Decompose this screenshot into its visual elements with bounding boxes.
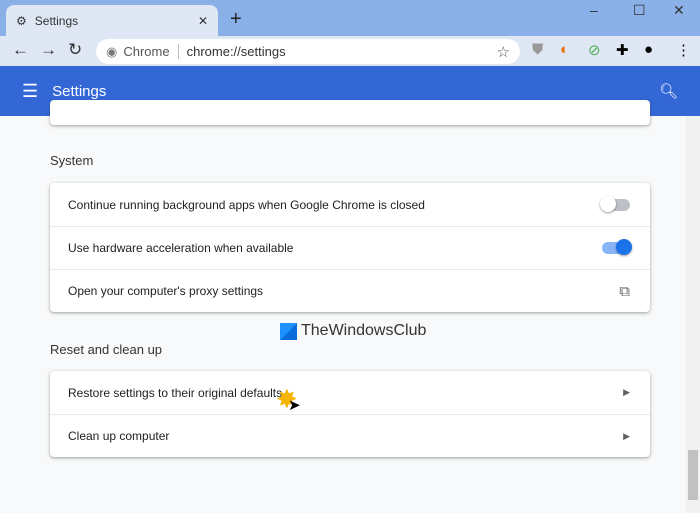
profile-icon[interactable]: ●	[644, 41, 653, 58]
page-title: Settings	[52, 82, 107, 100]
new-tab-button[interactable]: +	[230, 8, 242, 31]
cursor-icon: ➤	[288, 397, 301, 414]
address-bar[interactable]: ◉ Chrome chrome://settings ☆	[96, 39, 520, 64]
close-tab-icon[interactable]: ✕	[198, 14, 208, 28]
external-link-icon[interactable]: ⧉	[619, 283, 630, 300]
search-icon[interactable]: 🔍︎	[659, 82, 678, 100]
maximize-button[interactable]: ☐	[633, 2, 646, 19]
background-apps-row[interactable]: Continue running background apps when Go…	[50, 183, 650, 226]
row-label: Open your computer's proxy settings	[68, 284, 264, 298]
star-icon[interactable]: ☆	[497, 43, 510, 61]
url-text: chrome://settings	[186, 44, 286, 59]
gear-icon: ⚙	[16, 13, 27, 28]
divider	[177, 44, 179, 59]
minimize-button[interactable]: –	[590, 2, 598, 18]
puzzle-icon[interactable]: ✚	[616, 41, 629, 59]
back-button[interactable]: ←	[12, 40, 29, 60]
clean-up-row[interactable]: Clean up computer ▶	[50, 414, 650, 457]
watermark: TheWindowsClub	[280, 322, 426, 340]
arrow-right-icon: ▶	[623, 430, 630, 441]
chrome-icon: ◉	[106, 43, 118, 59]
close-window-button[interactable]: ✕	[673, 2, 685, 19]
proxy-settings-row[interactable]: Open your computer's proxy settings ⧉	[50, 269, 650, 312]
hardware-acceleration-toggle[interactable]	[602, 239, 632, 255]
section-title-reset: Reset and clean up	[50, 342, 163, 357]
site-label: Chrome	[123, 44, 170, 59]
restore-defaults-row[interactable]: Restore settings to their original defau…	[50, 371, 650, 414]
extension-icon[interactable]: ◐	[560, 41, 569, 58]
row-label: Continue running background apps when Go…	[68, 197, 425, 212]
menu-icon[interactable]: ☰	[22, 81, 38, 102]
hardware-acceleration-row[interactable]: Use hardware acceleration when available	[50, 226, 650, 269]
windows-logo-icon	[280, 322, 297, 340]
row-label: Restore settings to their original defau…	[68, 385, 283, 400]
background-apps-toggle[interactable]	[600, 195, 630, 212]
extension-icon[interactable]: ⊘	[588, 41, 601, 59]
forward-button[interactable]: →	[40, 40, 57, 60]
row-label: Use hardware acceleration when available	[68, 241, 294, 255]
previous-card	[50, 100, 650, 125]
tab-strip: ⚙ Settings ✕ + – ☐ ✕	[0, 0, 700, 36]
more-menu-icon[interactable]: ⋮	[676, 41, 691, 59]
toolbar: ← → ↻ ◉ Chrome chrome://settings ☆ ⛊ ◐ ⊘…	[0, 36, 700, 66]
arrow-right-icon: ▶	[623, 387, 630, 397]
shield-extension-icon[interactable]: ⛊	[532, 41, 543, 58]
reload-button[interactable]: ↻	[68, 40, 82, 60]
reset-card: Restore settings to their original defau…	[50, 371, 650, 457]
scrollbar-thumb[interactable]	[688, 450, 698, 500]
tab-title: Settings	[34, 13, 79, 28]
system-card: Continue running background apps when Go…	[50, 183, 650, 312]
section-title-system: System	[50, 153, 94, 168]
tab-settings[interactable]: ⚙ Settings ✕	[6, 5, 218, 36]
row-label: Clean up computer	[68, 429, 170, 443]
watermark-text: TheWindowsClub	[301, 322, 427, 339]
